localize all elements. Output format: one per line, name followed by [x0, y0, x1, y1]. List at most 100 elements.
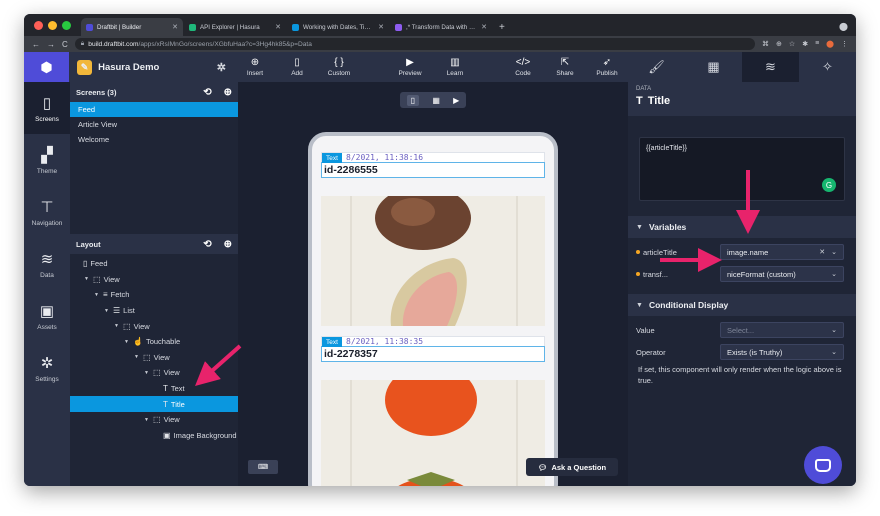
gear-icon[interactable]: ✲ [217, 61, 226, 74]
screen-item-welcome[interactable]: Welcome [70, 132, 238, 147]
project-selector[interactable]: ✎ Hasura Demo ✲ [69, 52, 234, 82]
layout-node[interactable]: ▼ ☰ List [70, 303, 238, 319]
rail-item-navigation[interactable]: ⊤ Navigation [24, 186, 70, 238]
share-button[interactable]: ⇱ Share [544, 52, 586, 82]
title-text[interactable]: id-2278357 [321, 346, 545, 362]
preview-button[interactable]: ▶ Preview [386, 52, 434, 82]
tab-actions[interactable]: ✧ [799, 52, 856, 82]
draftbit-logo-icon[interactable]: ⬢ [24, 52, 70, 82]
layout-node[interactable]: ▼ ⬚ View [70, 365, 238, 381]
operator-select[interactable]: Exists (is Truthy) ⌄ [720, 344, 844, 360]
forward-icon[interactable]: → [47, 40, 55, 49]
custom-button[interactable]: { } Custom [318, 52, 360, 82]
star-icon[interactable]: ☆ [789, 40, 795, 48]
url-field[interactable]: 🔒︎ build.draftbit.com/apps/xRsIMnGo/scre… [74, 38, 756, 50]
chevron-down-icon[interactable]: ⌄ [831, 270, 837, 278]
rail-item-screens[interactable]: ▯ Screens [24, 82, 70, 134]
browser-tab-draftbit[interactable]: Draftbit | Builder ✕ [81, 18, 183, 36]
keyboard-shortcuts-button[interactable]: ⌨︎ [248, 460, 278, 474]
screen-item-article-view[interactable]: Article View [70, 117, 238, 132]
learn-button[interactable]: ▥ Learn [434, 52, 476, 82]
caret-down-icon[interactable]: ▼ [144, 370, 150, 376]
variables-section-header[interactable]: ▼ Variables [628, 216, 856, 238]
new-tab-button[interactable]: + [493, 22, 511, 36]
layout-node[interactable]: ▼ ⬚ View [70, 412, 238, 428]
date-text[interactable]: Text 8/2021, 11:38:16 [321, 152, 545, 163]
layout-node[interactable]: ▼ ≡ Fetch [70, 287, 238, 303]
title-text[interactable]: id-2286555 [321, 162, 545, 178]
layout-node[interactable]: ▯ Feed [70, 256, 238, 272]
caret-down-icon[interactable]: ▼ [124, 339, 130, 345]
more-icon[interactable]: ⋮ [841, 40, 848, 48]
menu-icon[interactable]: ≡ [815, 40, 819, 48]
grammarly-icon[interactable]: G [822, 178, 836, 192]
caret-down-icon[interactable]: ▼ [94, 292, 100, 298]
chevron-down-icon[interactable]: ⌄ [831, 348, 837, 356]
list-item[interactable]: Text 8/2021, 11:38:16 id-2286555 [321, 152, 545, 178]
profile-icon[interactable]: ⬤ [826, 40, 834, 48]
tab-configure[interactable]: ▦ [685, 52, 742, 82]
chevron-down-icon[interactable]: ⌄ [831, 326, 837, 334]
tab-close-icon[interactable]: ✕ [378, 23, 384, 31]
minimize-window-button[interactable] [48, 21, 57, 30]
caret-down-icon[interactable]: ▼ [104, 308, 110, 314]
tab-data[interactable]: ≋ [742, 52, 799, 82]
caret-down-icon[interactable]: ▼ [114, 323, 120, 329]
caret-down-icon[interactable]: ▼ [84, 276, 90, 282]
screen-item-feed[interactable]: Feed [70, 102, 238, 117]
ask-question-button[interactable]: 💬︎ Ask a Question [526, 458, 618, 476]
extension-icon[interactable]: ✱ [802, 40, 808, 48]
value-select[interactable]: Select... ⌄ [720, 322, 844, 338]
reload-icon[interactable]: C [62, 40, 68, 49]
tab-style[interactable]: 🖌︎ [628, 52, 685, 82]
phone-view-icon[interactable]: ▯ [406, 94, 420, 106]
zoom-icon[interactable]: ⊕ [776, 40, 782, 48]
variable-value-select[interactable]: image.name ✕ ⌄ [720, 244, 844, 260]
layout-node[interactable]: ▼ ⬚ View [70, 272, 238, 288]
layout-node[interactable]: ▼ ⬚ View [70, 318, 238, 334]
add-button[interactable]: ▯ Add [276, 52, 318, 82]
layout-node[interactable]: T Text [70, 381, 238, 397]
tab-close-icon[interactable]: ✕ [275, 23, 281, 31]
toolbar: ⊕ Insert ▯ Add { } Custom ▶ Preview ▥ Learn <… [234, 52, 628, 82]
layout-node[interactable]: ▼ ☝ Touchable [70, 334, 238, 350]
history-icon[interactable]: ⟲ [203, 239, 211, 250]
list-item[interactable]: Text 8/2021, 11:38:35 id-2278357 [321, 336, 545, 362]
grid-view-icon[interactable]: ▦ [432, 96, 440, 105]
back-icon[interactable]: ← [32, 40, 40, 49]
keyboard-icon[interactable]: ⌘ [762, 40, 769, 48]
publish-button[interactable]: ➶ Publish [586, 52, 628, 82]
tab-close-icon[interactable]: ✕ [172, 23, 178, 31]
browser-tab-transform[interactable]: ,* Transform Data with Custom ✕ [390, 18, 492, 36]
chevron-down-icon[interactable]: ⌄ [831, 248, 837, 256]
tab-label: ,* Transform Data with Custom [406, 23, 477, 31]
browser-tab-docs[interactable]: Working with Dates, Time, Tim ✕ [287, 18, 389, 36]
tab-close-icon[interactable]: ✕ [481, 23, 487, 31]
layout-node[interactable]: ▼ ⬚ View [70, 350, 238, 366]
rail-item-data[interactable]: ≋ Data [24, 238, 70, 290]
browser-tab-hasura[interactable]: API Explorer | Hasura ✕ [184, 18, 286, 36]
caret-down-icon[interactable]: ▼ [134, 354, 140, 360]
add-component-icon[interactable]: ⊕ [224, 239, 232, 250]
maximize-window-button[interactable] [62, 21, 71, 30]
conditional-display-header[interactable]: ▼ Conditional Display [628, 294, 856, 316]
add-screen-icon[interactable]: ⊕ [224, 87, 232, 98]
insert-button[interactable]: ⊕ Insert [234, 52, 276, 82]
close-window-button[interactable] [34, 21, 43, 30]
history-icon[interactable]: ⟲ [203, 87, 211, 98]
date-text[interactable]: Text 8/2021, 11:38:35 [321, 336, 545, 347]
rail-item-assets[interactable]: ▣ Assets [24, 290, 70, 342]
caret-down-icon[interactable]: ▼ [144, 417, 150, 423]
transform-select[interactable]: niceFormat (custom) ⌄ [720, 266, 844, 282]
play-icon[interactable]: ▶ [453, 96, 459, 105]
intercom-chat-button[interactable] [804, 446, 842, 484]
tab-search-icon[interactable]: ⬤ [839, 22, 856, 36]
layout-node[interactable]: ▣ Image Background [70, 428, 238, 444]
value-placeholder: Select... [727, 325, 755, 335]
rail-item-theme[interactable]: ▞ Theme [24, 134, 70, 186]
text-template-editor[interactable]: {{articleTitle}} G [639, 137, 845, 201]
clear-icon[interactable]: ✕ [819, 248, 825, 256]
layout-node[interactable]: T Title [70, 396, 238, 412]
code-button[interactable]: </> Code [502, 52, 544, 82]
rail-item-settings[interactable]: ✲ Settings [24, 342, 70, 394]
